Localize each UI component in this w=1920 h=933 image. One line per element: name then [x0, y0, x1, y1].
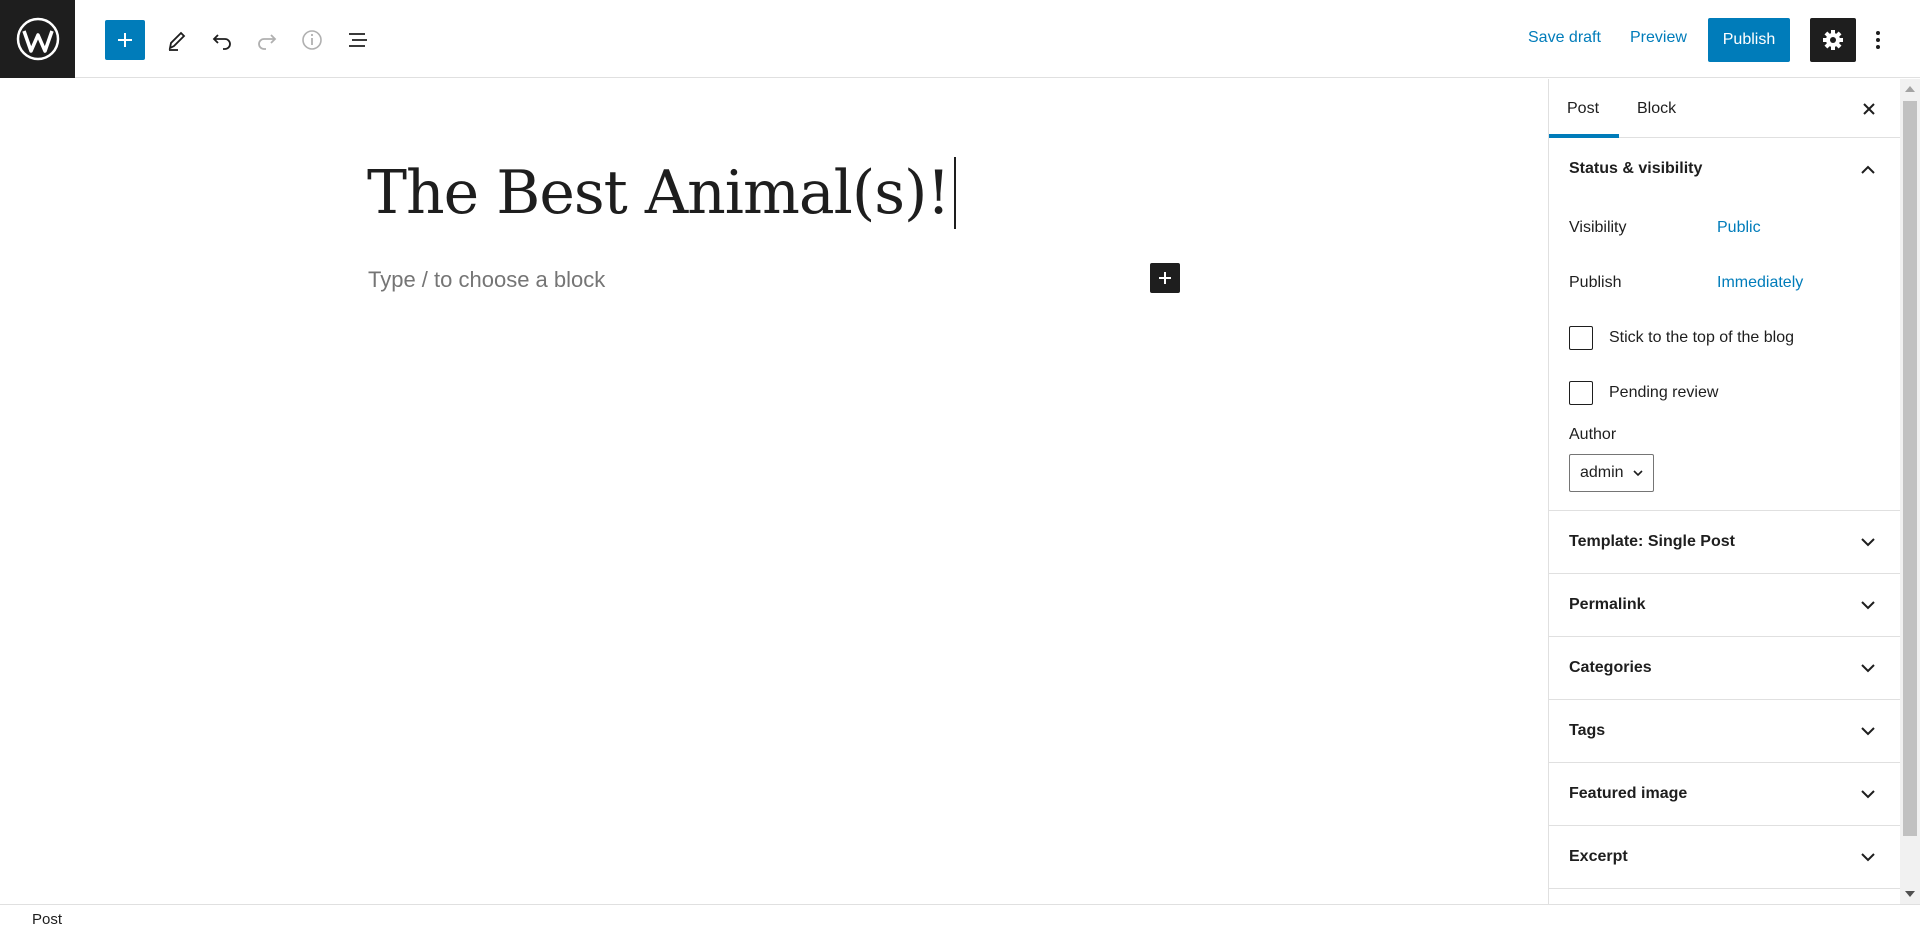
chevron-down-icon: [1856, 845, 1880, 869]
publish-row: Publish Immediately: [1549, 255, 1900, 310]
pencil-icon: [168, 31, 186, 51]
redo-button[interactable]: [247, 20, 287, 60]
editor-toolbar: Save draft Preview Publish: [0, 0, 1920, 78]
info-icon: [302, 30, 322, 50]
featured-image-panel-toggle[interactable]: Featured image: [1549, 763, 1900, 825]
add-block-button[interactable]: [105, 20, 145, 60]
preview-button[interactable]: Preview: [1630, 29, 1687, 47]
undo-button[interactable]: [202, 20, 242, 60]
post-title-input[interactable]: The Best Animal(s)!: [367, 157, 956, 229]
settings-button[interactable]: [1810, 18, 1856, 62]
panel-title: Excerpt: [1569, 848, 1628, 865]
plus-icon: [1159, 272, 1171, 284]
status-visibility-toggle[interactable]: Status & visibility: [1549, 138, 1900, 200]
panel-title: Categories: [1569, 659, 1652, 676]
save-draft-button[interactable]: Save draft: [1528, 29, 1601, 47]
panel-title: Featured image: [1569, 785, 1688, 802]
sticky-checkbox[interactable]: [1569, 325, 1593, 350]
visibility-row: Visibility Public: [1549, 200, 1900, 255]
tools-button[interactable]: [157, 20, 197, 60]
chevron-down-icon: [1856, 593, 1880, 617]
redo-icon: [258, 34, 277, 50]
author-label: Author: [1569, 426, 1617, 443]
publish-label: Publish: [1569, 273, 1622, 291]
permalink-panel: Permalink: [1549, 574, 1900, 637]
tab-post[interactable]: Post: [1549, 79, 1619, 138]
tab-block[interactable]: Block: [1619, 79, 1694, 138]
permalink-panel-toggle[interactable]: Permalink: [1549, 574, 1900, 636]
sidebar-scrollbar[interactable]: [1900, 79, 1920, 904]
breadcrumb-item-post[interactable]: Post: [32, 911, 62, 928]
options-button[interactable]: [1866, 18, 1890, 62]
template-panel: Template: Single Post: [1549, 511, 1900, 574]
more-vertical-icon: [1876, 31, 1880, 49]
tags-panel-toggle[interactable]: Tags: [1549, 700, 1900, 762]
pending-review-checkbox[interactable]: [1569, 380, 1593, 405]
undo-icon: [212, 34, 231, 50]
scrollbar-thumb[interactable]: [1903, 101, 1917, 836]
excerpt-panel-toggle[interactable]: Excerpt: [1549, 826, 1900, 888]
list-view-button[interactable]: [338, 20, 378, 60]
chevron-down-icon: [1856, 656, 1880, 680]
status-visibility-panel: Status & visibility Visibility Public Pu…: [1549, 138, 1900, 511]
chevron-down-icon: [1856, 782, 1880, 806]
categories-panel-toggle[interactable]: Categories: [1549, 637, 1900, 699]
close-icon: [1863, 103, 1875, 115]
chevron-up-icon: [1856, 157, 1880, 181]
featured-image-panel: Featured image: [1549, 763, 1900, 826]
sidebar-tabs: Post Block: [1549, 79, 1900, 138]
visibility-value-button[interactable]: Public: [1717, 219, 1761, 237]
sticky-option[interactable]: Stick to the top of the blog: [1549, 310, 1900, 365]
text-caret: [953, 157, 956, 229]
editor-canvas: The Best Animal(s)! Type / to choose a b…: [0, 79, 1548, 904]
scroll-up-arrow[interactable]: [1904, 83, 1916, 95]
block-placeholder[interactable]: Type / to choose a block: [368, 267, 605, 293]
sticky-label: Stick to the top of the blog: [1609, 328, 1795, 346]
plus-icon: [118, 33, 132, 47]
post-title-text: The Best Animal(s)!: [367, 158, 951, 228]
scroll-down-arrow[interactable]: [1904, 888, 1916, 900]
panel-title: Permalink: [1569, 596, 1646, 613]
publish-date-button[interactable]: Immediately: [1717, 274, 1803, 292]
publish-button[interactable]: Publish: [1708, 18, 1790, 62]
panel-title: Template: Single Post: [1569, 533, 1735, 550]
details-button[interactable]: [292, 20, 332, 60]
excerpt-panel: Excerpt: [1549, 826, 1900, 889]
gear-icon: [1823, 30, 1843, 50]
settings-sidebar: Post Block Status & visibility Visibilit…: [1548, 79, 1900, 904]
author-select[interactable]: admin: [1569, 454, 1654, 492]
template-panel-toggle[interactable]: Template: Single Post: [1549, 511, 1900, 573]
categories-panel: Categories: [1549, 637, 1900, 700]
block-breadcrumb: Post: [0, 904, 1920, 933]
list-view-icon: [349, 33, 367, 47]
inline-add-block-button[interactable]: [1150, 263, 1180, 293]
panel-title: Status & visibility: [1569, 160, 1703, 177]
visibility-label: Visibility: [1569, 218, 1627, 236]
chevron-down-icon: [1856, 719, 1880, 743]
close-sidebar-button[interactable]: [1854, 94, 1884, 124]
wordpress-logo-icon[interactable]: [0, 0, 75, 78]
tags-panel: Tags: [1549, 700, 1900, 763]
chevron-down-icon: [1633, 469, 1643, 476]
panel-title: Tags: [1569, 722, 1606, 739]
chevron-down-icon: [1856, 530, 1880, 554]
pending-review-label: Pending review: [1609, 383, 1719, 401]
pending-review-option[interactable]: Pending review: [1549, 365, 1900, 420]
author-value: admin: [1580, 464, 1624, 481]
